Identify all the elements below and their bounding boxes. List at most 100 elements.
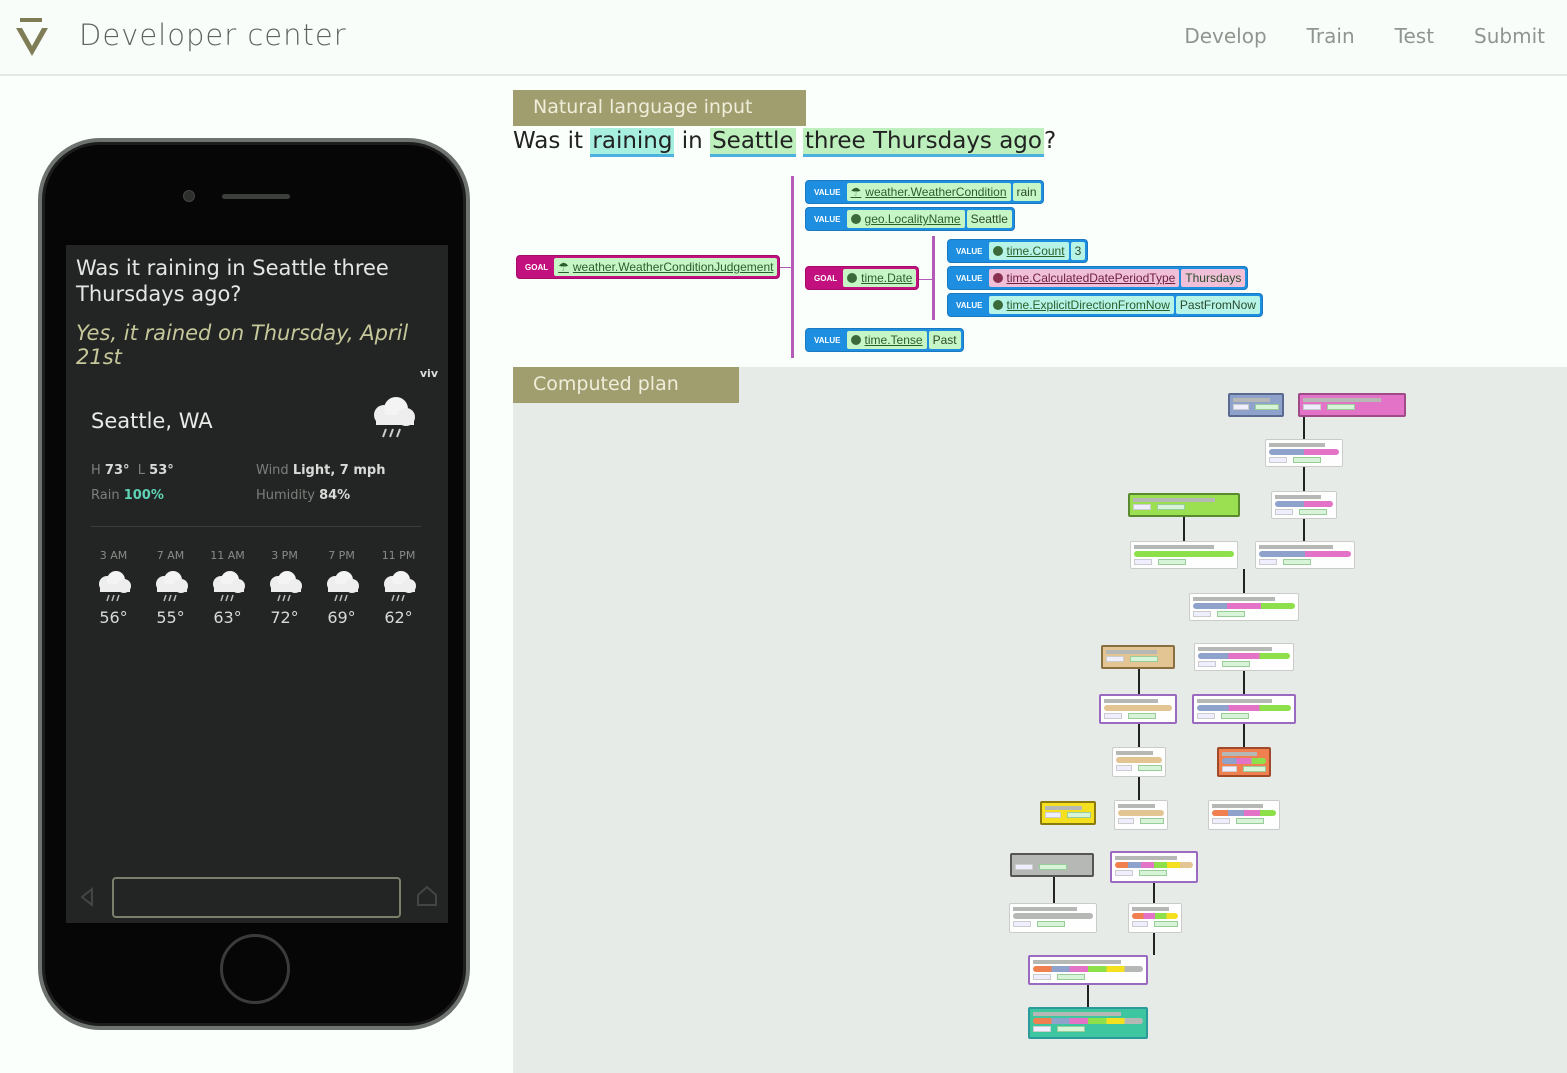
plan-node[interactable] bbox=[1028, 955, 1148, 985]
plan-node[interactable] bbox=[1010, 853, 1094, 877]
user-question: Was it raining in Seattle three Thursday… bbox=[76, 256, 389, 306]
tree-connector bbox=[917, 279, 932, 280]
rain-cloud-icon bbox=[383, 571, 416, 602]
plan-node[interactable] bbox=[1298, 393, 1406, 417]
earpiece-speaker bbox=[222, 194, 290, 199]
plan-edge bbox=[1138, 777, 1140, 800]
plan-node[interactable] bbox=[1101, 645, 1175, 669]
wind: Wind Light, 7 mph bbox=[256, 463, 386, 478]
nav-submit[interactable]: Submit bbox=[1474, 24, 1545, 48]
rain-cloud-icon bbox=[326, 571, 359, 602]
nl-input-label: Natural language input bbox=[513, 90, 806, 126]
home-icon[interactable] bbox=[416, 885, 438, 907]
plan-node[interactable] bbox=[1028, 1007, 1148, 1039]
hourly-item: 7 PM 69° bbox=[314, 549, 369, 627]
front-camera bbox=[183, 190, 195, 202]
globe-icon bbox=[850, 214, 861, 224]
plan-node[interactable] bbox=[1040, 801, 1096, 825]
hourly-item: 11 PM 62° bbox=[371, 549, 426, 627]
token-text: in bbox=[674, 128, 711, 154]
nav-train[interactable]: Train bbox=[1307, 24, 1355, 48]
nav-test[interactable]: Test bbox=[1395, 24, 1434, 48]
plan-node[interactable] bbox=[1099, 694, 1177, 724]
city-name: Seattle, WA bbox=[91, 409, 213, 433]
plan-node[interactable] bbox=[1192, 694, 1296, 724]
hour-temp: 56° bbox=[99, 608, 128, 627]
hour-time: 7 PM bbox=[328, 549, 355, 562]
computed-plan-canvas[interactable] bbox=[513, 367, 1567, 1073]
plan-node[interactable] bbox=[1009, 903, 1097, 933]
plan-node[interactable] bbox=[1265, 439, 1343, 467]
plan-edge bbox=[1153, 883, 1155, 903]
plan-edge bbox=[1183, 517, 1185, 541]
umbrella-icon: ☂ bbox=[850, 185, 862, 199]
value-chip[interactable]: VALUE geo.LocalityName Seattle bbox=[805, 207, 1015, 231]
tree-connector bbox=[932, 236, 935, 320]
highlighted-token[interactable]: raining bbox=[590, 128, 675, 157]
plan-node[interactable] bbox=[1271, 491, 1337, 519]
humidity: Humidity 84% bbox=[256, 488, 351, 503]
plan-node[interactable] bbox=[1110, 851, 1198, 883]
computed-plan-label: Computed plan bbox=[513, 367, 739, 403]
rain-cloud-icon bbox=[212, 571, 245, 602]
plan-node[interactable] bbox=[1112, 747, 1166, 777]
rain-cloud-icon bbox=[374, 397, 415, 438]
plan-edge bbox=[1303, 417, 1305, 439]
nav-develop[interactable]: Develop bbox=[1184, 24, 1266, 48]
hour-temp: 63° bbox=[213, 608, 242, 627]
hour-temp: 72° bbox=[270, 608, 299, 627]
goal-chip-root[interactable]: GOAL ☂ weather.WeatherConditionJudgement bbox=[516, 255, 781, 279]
plan-node[interactable] bbox=[1255, 541, 1355, 569]
umbrella-icon: ☂ bbox=[558, 260, 569, 274]
hourly-item: 3 PM 72° bbox=[257, 549, 312, 627]
plan-edge bbox=[1153, 933, 1155, 955]
rain-cloud-icon bbox=[98, 571, 131, 602]
phone-mockup: Was it raining in Seattle three Thursday… bbox=[38, 138, 470, 1030]
assistant-answer: Yes, it rained on Thursday, April 21st bbox=[76, 321, 409, 369]
value-chip[interactable]: VALUE time.Count 3 bbox=[947, 239, 1089, 263]
value-chip[interactable]: VALUE ☂ weather.WeatherCondition rain bbox=[805, 180, 1044, 204]
plan-edge bbox=[1303, 467, 1305, 491]
hourly-item: 7 AM 55° bbox=[143, 549, 198, 627]
rain-chance: Rain 100% bbox=[91, 488, 164, 503]
plan-edge bbox=[1138, 724, 1140, 747]
value-chip[interactable]: VALUE time.CalculatedDatePeriodType Thur… bbox=[947, 266, 1249, 290]
plan-edge bbox=[1138, 669, 1140, 694]
highlighted-token[interactable]: Seattle bbox=[710, 128, 796, 157]
token-text: Was it bbox=[513, 128, 591, 154]
hour-temp: 69° bbox=[327, 608, 356, 627]
plan-node[interactable] bbox=[1130, 541, 1238, 569]
hour-time: 3 AM bbox=[99, 549, 128, 562]
token-text: ? bbox=[1043, 128, 1057, 154]
plan-edge bbox=[1303, 519, 1305, 541]
hourly-item: 11 AM 63° bbox=[200, 549, 255, 627]
plan-node[interactable] bbox=[1114, 800, 1168, 830]
value-chip[interactable]: VALUE time.Tense Past bbox=[805, 328, 964, 352]
plan-node[interactable] bbox=[1208, 800, 1280, 830]
query-input[interactable] bbox=[112, 877, 401, 918]
high-low: H 73° L 53° bbox=[91, 463, 174, 478]
value-chip[interactable]: VALUE time.ExplicitDirectionFromNow Past… bbox=[947, 293, 1263, 317]
brand-mark: viv bbox=[419, 367, 438, 380]
home-button[interactable] bbox=[220, 934, 290, 1004]
back-icon[interactable] bbox=[80, 887, 94, 907]
hour-time: 3 PM bbox=[271, 549, 298, 562]
plan-node[interactable] bbox=[1194, 643, 1294, 671]
clock-icon bbox=[847, 273, 858, 283]
clock-icon bbox=[850, 335, 861, 345]
highlighted-token[interactable]: three Thursdays ago bbox=[802, 128, 1044, 157]
plan-node[interactable] bbox=[1128, 493, 1240, 517]
plan-node[interactable] bbox=[1128, 903, 1182, 933]
phone-screen: Was it raining in Seattle three Thursday… bbox=[66, 245, 448, 923]
hour-time: 11 AM bbox=[210, 549, 245, 562]
hour-time: 11 PM bbox=[381, 549, 416, 562]
plan-node[interactable] bbox=[1189, 593, 1299, 621]
hour-temp: 55° bbox=[156, 608, 185, 627]
goal-chip-date[interactable]: GOAL time.Date bbox=[805, 266, 920, 290]
divider bbox=[91, 526, 421, 527]
plan-node[interactable] bbox=[1217, 747, 1271, 777]
plan-node[interactable] bbox=[1228, 393, 1284, 417]
hourly-forecast: 3 AM 56° 7 AM 55° 11 AM 63° 3 PM 72° 7 PM 69… bbox=[86, 549, 426, 627]
rain-cloud-icon bbox=[155, 571, 188, 602]
